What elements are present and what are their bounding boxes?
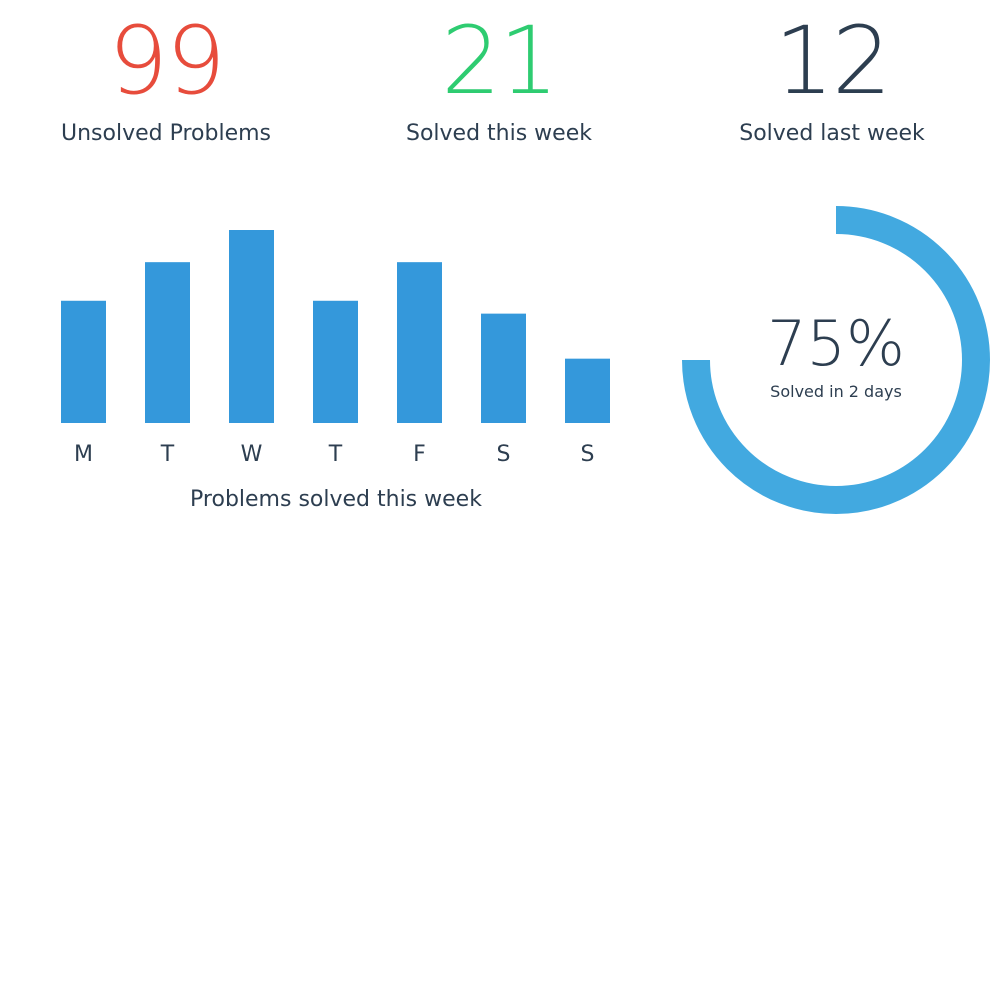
bar-label-4: F — [413, 442, 426, 467]
bar-label-5: S — [497, 442, 511, 467]
bar-label-1: T — [160, 442, 175, 467]
bar-label-0: M — [74, 442, 93, 467]
stat-solved-this-week: 21 Solved this week — [349, 12, 649, 148]
bar-5 — [481, 313, 526, 423]
solved-last-week-label: Solved last week — [739, 121, 925, 146]
bar-6 — [565, 358, 610, 423]
solved-last-week-count: 12 — [774, 7, 892, 116]
weekly-bar-chart: M T W T F S S Problems solved this week — [61, 230, 610, 512]
bar-label-2: W — [241, 442, 263, 467]
bar-0 — [61, 300, 106, 423]
solved-this-week-count: 21 — [441, 7, 559, 116]
unsolved-label: Unsolved Problems — [61, 121, 271, 146]
stat-unsolved: 99 Unsolved Problems — [16, 12, 316, 148]
donut-subtitle: Solved in 2 days — [770, 382, 902, 401]
solved-this-week-label: Solved this week — [406, 121, 592, 146]
bar-2 — [229, 230, 274, 423]
bar-chart-xlabel: Problems solved this week — [190, 487, 482, 512]
bar-label-3: T — [328, 442, 343, 467]
bar-1 — [145, 262, 190, 423]
stat-solved-last-week: 12 Solved last week — [682, 12, 982, 148]
donut-center: 75% Solved in 2 days — [676, 306, 996, 402]
bar-4 — [397, 262, 442, 423]
donut-value: 75% — [767, 307, 905, 380]
bar-3 — [313, 300, 358, 423]
bar-label-6: S — [581, 442, 595, 467]
unsolved-count: 99 — [108, 7, 226, 116]
